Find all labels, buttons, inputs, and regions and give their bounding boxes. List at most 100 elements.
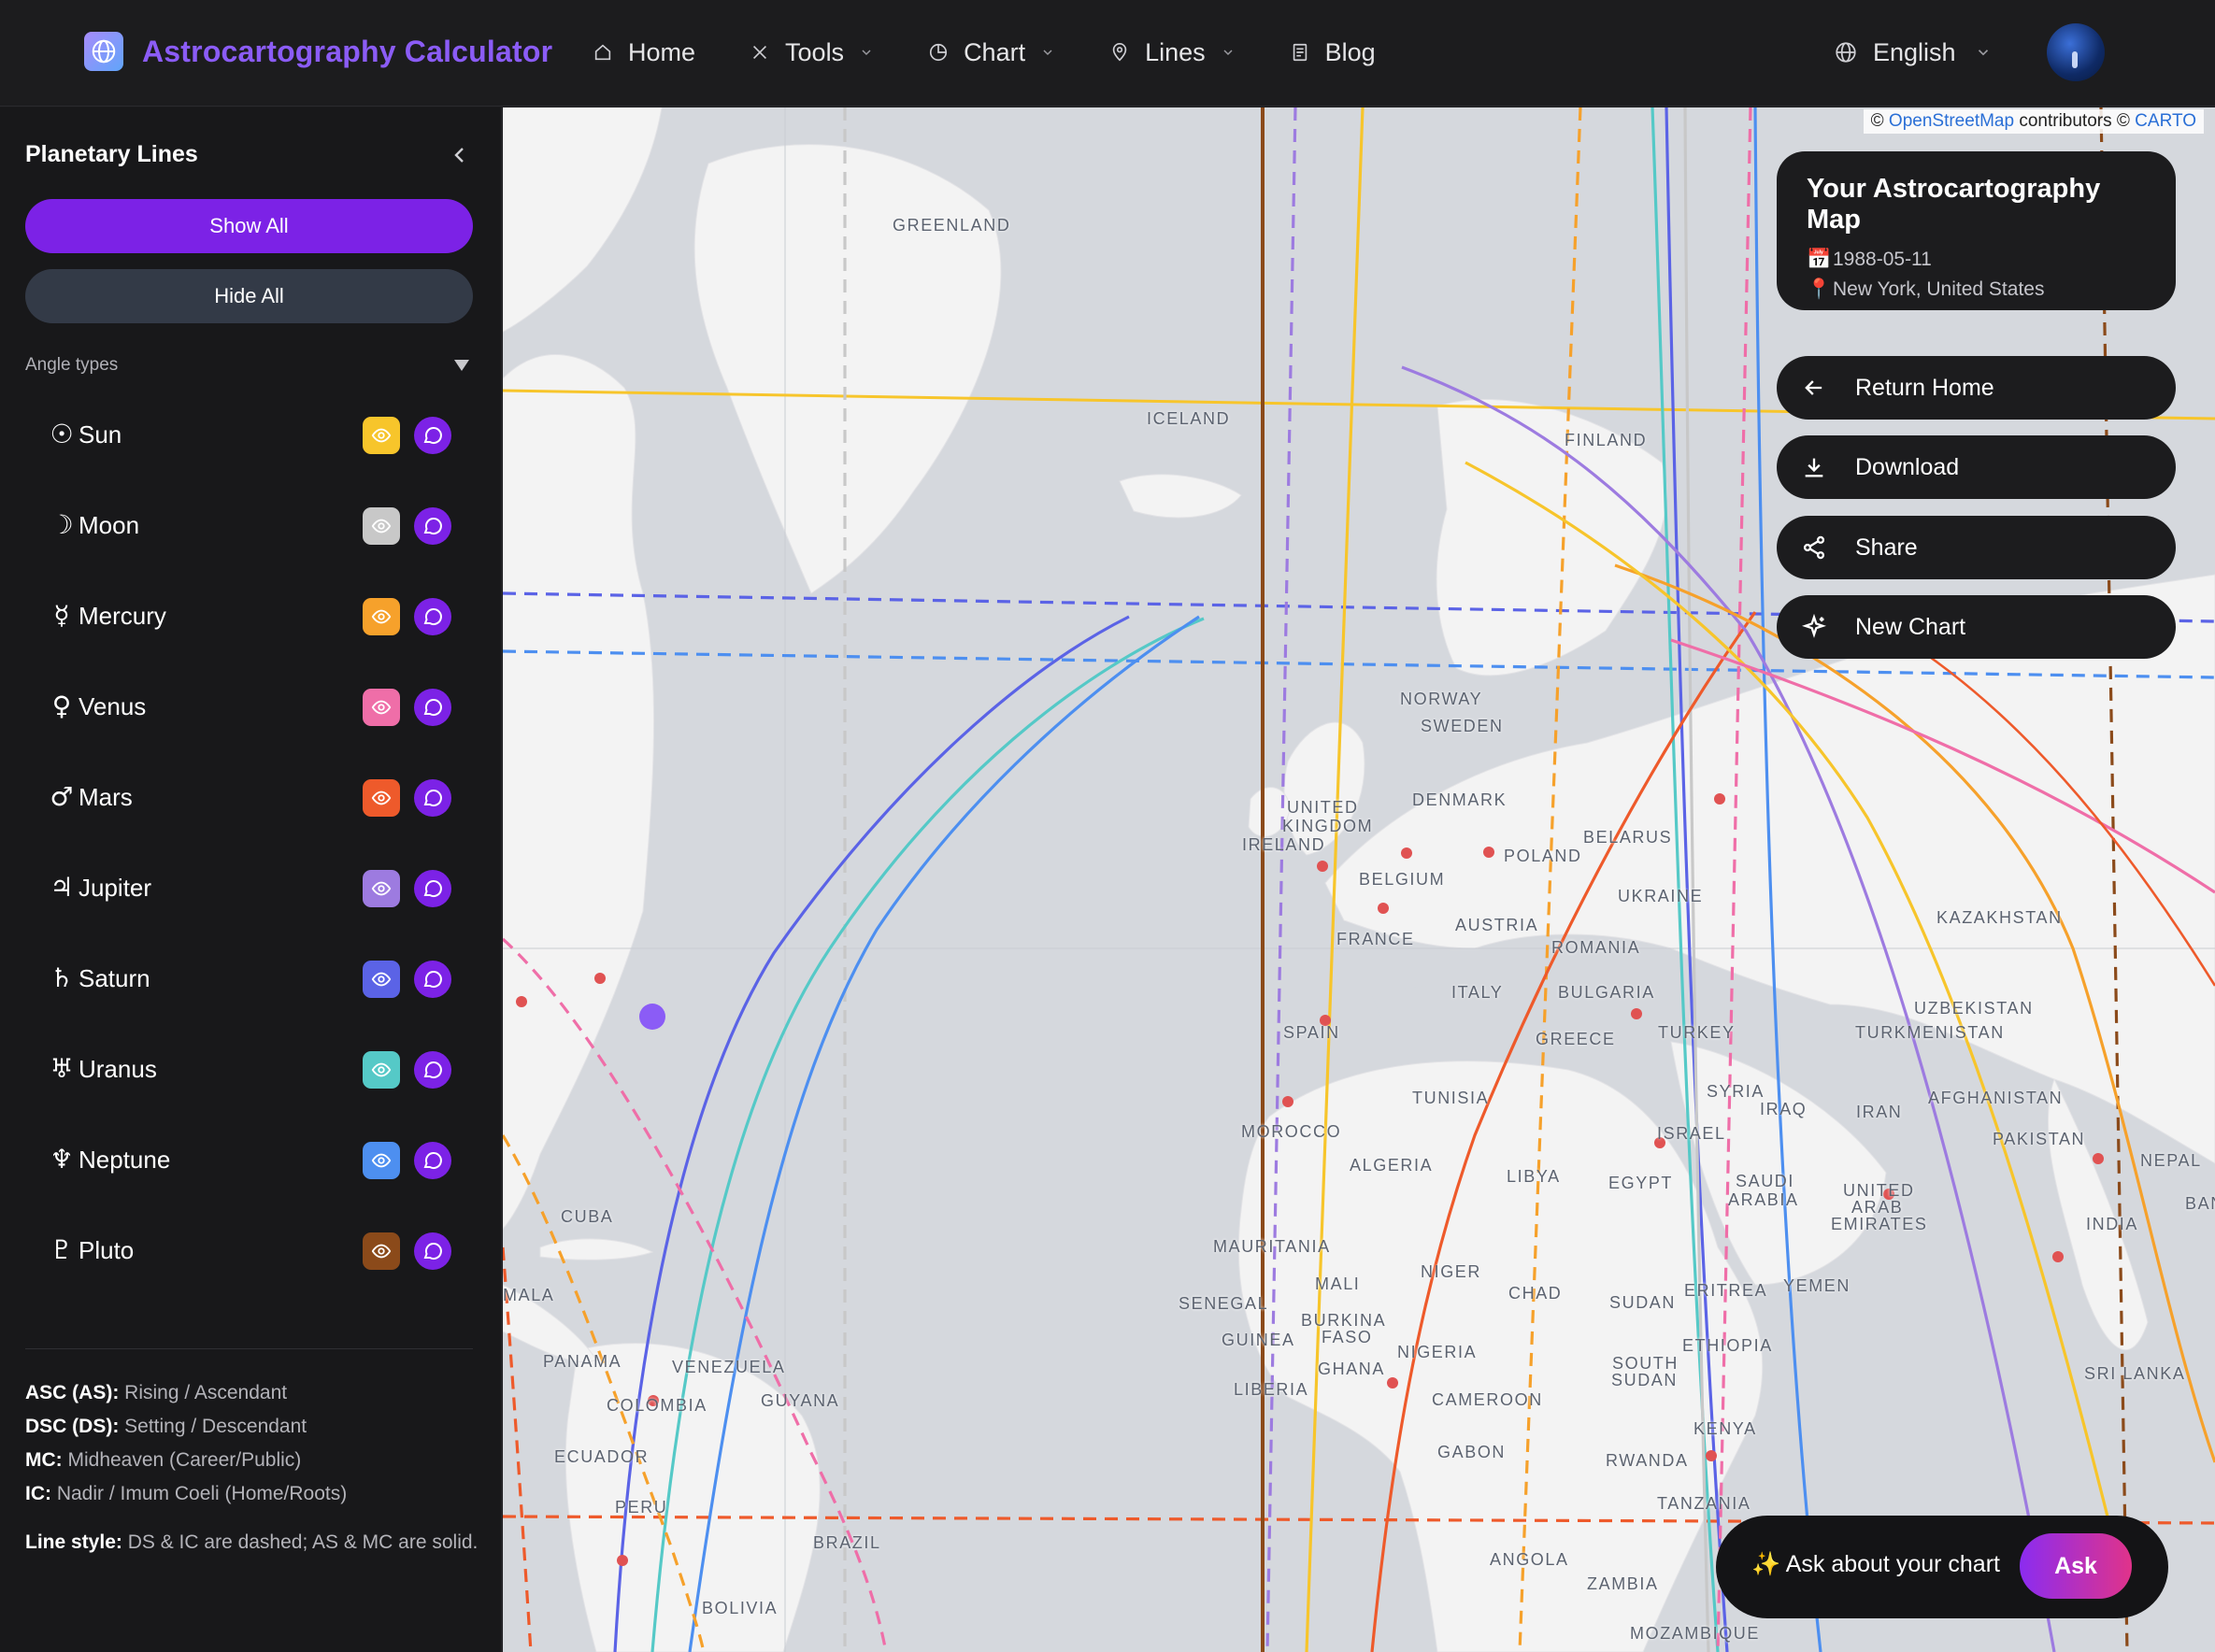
planet-name: Neptune xyxy=(79,1146,171,1174)
ask-planet-button[interactable] xyxy=(414,507,451,545)
brand-title: Astrocartography Calculator xyxy=(142,34,553,68)
map-label: SUDAN xyxy=(1611,1371,1679,1389)
carto-link[interactable]: CARTO xyxy=(2135,111,2196,131)
planet-name: Jupiter xyxy=(79,874,152,902)
map-label: NEPAL xyxy=(2140,1151,2202,1170)
share-button[interactable]: Share xyxy=(1777,516,2176,579)
planet-name: Pluto xyxy=(79,1236,135,1264)
map-label: UNITED xyxy=(1287,798,1359,817)
visibility-toggle[interactable] xyxy=(363,417,400,454)
eye-icon xyxy=(371,1062,392,1077)
brand[interactable]: Astrocartography Calculator xyxy=(84,32,552,71)
nav-blog[interactable]: Blog xyxy=(1290,38,1376,67)
main-nav: Home Tools Chart Lines Blog xyxy=(593,32,1430,73)
map-label: KINGDOM xyxy=(1282,817,1374,835)
ask-planet-button[interactable] xyxy=(414,870,451,907)
birth-place: 📍New York, United States xyxy=(1807,278,2045,300)
nav-chart[interactable]: Chart xyxy=(928,38,1055,67)
map-attribution: © OpenStreetMap contributors © CARTO xyxy=(1863,109,2204,134)
visibility-toggle[interactable] xyxy=(363,1232,400,1270)
globe-logo-icon xyxy=(84,32,123,71)
show-all-button[interactable]: Show All xyxy=(25,199,473,253)
legend-mc: MC: Midheaven (Career/Public) xyxy=(25,1449,302,1471)
map-label: BOLIVIA xyxy=(702,1599,779,1617)
language-selector[interactable]: English xyxy=(1834,32,1992,73)
map-label: SPAIN xyxy=(1283,1023,1340,1042)
globe-icon xyxy=(1836,42,1856,63)
download-button[interactable]: Download xyxy=(1777,435,2176,499)
ask-planet-button[interactable] xyxy=(414,417,451,454)
planet-row-saturn: ♄ Saturn xyxy=(0,933,502,1024)
planet-name: Venus xyxy=(79,692,147,720)
chat-bubble-icon xyxy=(423,518,442,535)
map-label: COLOMBIA xyxy=(607,1396,707,1415)
collapse-chevron-icon[interactable] xyxy=(449,141,469,169)
visibility-toggle[interactable] xyxy=(363,1142,400,1179)
map-label: POLAND xyxy=(1504,847,1582,865)
map-label: TURKMENISTAN xyxy=(1855,1023,2005,1042)
map-label: PERU xyxy=(615,1498,668,1517)
map-label: GUYANA xyxy=(761,1391,840,1410)
eye-icon xyxy=(371,1153,392,1168)
nav-lines[interactable]: Lines xyxy=(1109,38,1236,67)
planet-name: Sun xyxy=(79,420,122,449)
map-label: KAZAKHSTAN xyxy=(1936,908,2063,927)
uranus-symbol-icon: ♅ xyxy=(50,1053,74,1084)
nav-home[interactable]: Home xyxy=(593,38,695,67)
venus-symbol-icon: ♀ xyxy=(51,691,72,721)
planet-row-pluto: ♇ Pluto xyxy=(0,1205,502,1296)
map-label: BAN xyxy=(2185,1194,2215,1213)
new-chart-button[interactable]: New Chart xyxy=(1777,595,2176,659)
ask-planet-button[interactable] xyxy=(414,1142,451,1179)
openstreetmap-link[interactable]: OpenStreetMap xyxy=(1889,111,2014,131)
ask-planet-button[interactable] xyxy=(414,961,451,998)
ask-planet-button[interactable] xyxy=(414,779,451,817)
map-label: UKRAINE xyxy=(1618,887,1704,905)
planet-row-mars: ♂ Mars xyxy=(0,752,502,843)
map-label: NIGERIA xyxy=(1397,1343,1478,1361)
sun-symbol-icon: ☉ xyxy=(50,419,74,449)
map-label: MALI xyxy=(1315,1275,1361,1293)
hide-all-button[interactable]: Hide All xyxy=(25,269,473,323)
eye-icon xyxy=(371,790,392,805)
chat-bubble-icon xyxy=(423,1152,442,1170)
visibility-toggle[interactable] xyxy=(363,1051,400,1089)
eye-icon xyxy=(371,428,392,443)
avatar[interactable] xyxy=(2047,23,2105,81)
visibility-toggle[interactable] xyxy=(363,507,400,545)
share-icon xyxy=(1803,535,1825,560)
planet-name: Mars xyxy=(79,783,133,811)
map-label: ROMANIA xyxy=(1551,938,1641,957)
visibility-toggle[interactable] xyxy=(363,689,400,726)
visibility-toggle[interactable] xyxy=(363,598,400,635)
ask-planet-button[interactable] xyxy=(414,1051,451,1089)
ask-planet-button[interactable] xyxy=(414,689,451,726)
visibility-toggle[interactable] xyxy=(363,779,400,817)
eye-icon xyxy=(371,609,392,624)
sidebar-title: Planetary Lines xyxy=(25,141,198,167)
chevron-down-icon xyxy=(1978,50,1988,56)
map-label: SUDAN xyxy=(1609,1293,1677,1312)
map-label: ICELAND xyxy=(1147,409,1231,428)
world-map[interactable]: © OpenStreetMap contributors © CARTO GRE… xyxy=(503,107,2215,1652)
chevron-down-icon xyxy=(862,50,871,56)
birth-location-marker xyxy=(639,1004,665,1030)
map-label: UZBEKISTAN xyxy=(1914,999,2034,1018)
visibility-toggle[interactable] xyxy=(363,961,400,998)
ask-planet-button[interactable] xyxy=(414,1232,451,1270)
return-home-button[interactable]: Return Home xyxy=(1777,356,2176,420)
download-icon xyxy=(1805,458,1823,477)
sparkle-icon xyxy=(1801,614,1827,638)
tools-icon xyxy=(753,45,767,60)
visibility-toggle[interactable] xyxy=(363,870,400,907)
map-label: ANGOLA xyxy=(1490,1550,1569,1569)
chart-info-card: Your Astrocartography Map 📅1988-05-11 📍N… xyxy=(1777,151,2176,310)
map-label: GHANA xyxy=(1318,1360,1386,1378)
angle-types-dropdown[interactable]: Angle types xyxy=(25,355,473,376)
ask-chart-bar[interactable]: ✨ Ask about your chart Ask xyxy=(1716,1516,2168,1618)
ask-planet-button[interactable] xyxy=(414,598,451,635)
ask-button[interactable]: Ask xyxy=(2020,1533,2132,1599)
nav-tools[interactable]: Tools xyxy=(750,38,874,67)
birth-date: 📅1988-05-11 xyxy=(1807,249,1932,270)
map-label: AFGHANISTAN xyxy=(1928,1089,2064,1107)
